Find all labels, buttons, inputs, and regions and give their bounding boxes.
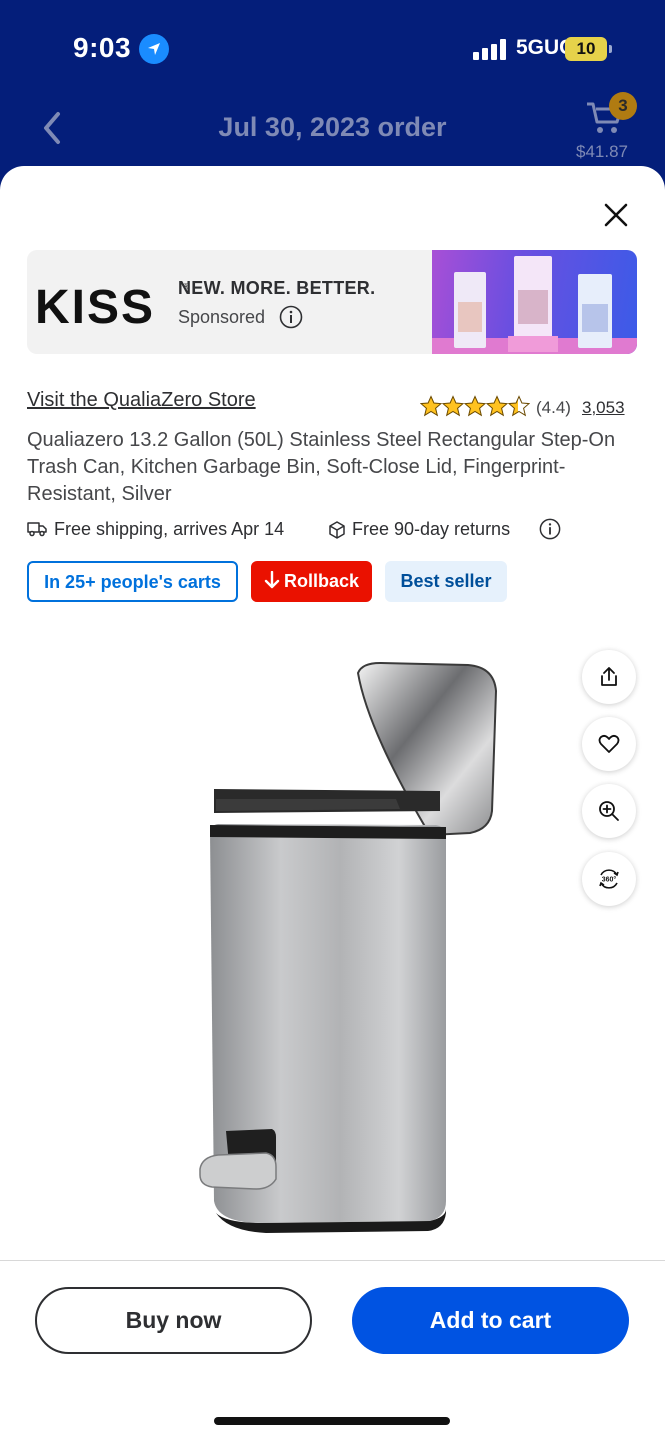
product-title: Qualiazero 13.2 Gallon (50L) Stainless S… (27, 429, 616, 505)
heart-icon (598, 734, 620, 753)
status-time: 9:03 (73, 32, 132, 63)
footer-divider (0, 1260, 665, 1261)
rating-stars (420, 395, 530, 419)
zoom-button[interactable] (582, 784, 636, 838)
product-image[interactable] (170, 661, 510, 1251)
ad-product-image (432, 250, 637, 354)
cellular-signal-icon (473, 38, 507, 60)
store-link[interactable]: Visit the QualiaZero Store (27, 389, 256, 412)
rollback-badge: Rollback (251, 561, 372, 602)
status-bar: 9:03 5GUC 10 (0, 0, 665, 100)
rollback-label: Rollback (283, 571, 360, 591)
product-sheet: KISS ® NEW. MORE. BETTER. Sponsored Visi… (0, 166, 665, 1440)
360-view-icon: 360° (599, 869, 619, 889)
location-arrow-icon (139, 34, 169, 64)
battery-tip (609, 45, 612, 53)
svg-text:360°: 360° (602, 876, 617, 884)
best-seller-badge: Best seller (385, 561, 507, 602)
page-title: Jul 30, 2023 order (218, 112, 447, 142)
buy-now-button[interactable]: Buy now (35, 1287, 312, 1354)
zoom-in-icon (599, 801, 619, 821)
shipping-text: Free shipping, arrives Apr 14 (54, 519, 285, 539)
ad-sponsored-label: Sponsored (178, 307, 266, 327)
close-icon (604, 203, 628, 227)
cart-total: $41.87 (576, 142, 628, 161)
add-to-cart-button[interactable]: Add to cart (352, 1287, 629, 1354)
battery-icon: 10 (565, 37, 607, 61)
return-box-icon (329, 521, 345, 539)
sponsored-ad-banner[interactable]: KISS ® NEW. MORE. BETTER. Sponsored (27, 250, 637, 354)
share-button[interactable] (582, 650, 636, 704)
battery-level: 10 (576, 39, 596, 58)
truck-icon (27, 522, 47, 537)
rating-value: (4.4) (536, 398, 571, 417)
info-icon[interactable] (279, 305, 303, 329)
returns-text: Free 90-day returns (352, 519, 511, 539)
360-view-button[interactable]: 360° (582, 852, 636, 906)
home-indicator[interactable] (214, 1417, 450, 1425)
favorite-button[interactable] (582, 717, 636, 771)
arrow-down-icon (264, 570, 280, 589)
reviews-count-link[interactable]: 3,053 (582, 398, 625, 418)
share-icon (601, 667, 617, 686)
ad-brand-logo: KISS (35, 281, 156, 334)
info-icon[interactable] (539, 518, 561, 540)
carts-badge: In 25+ people's carts (27, 561, 238, 602)
close-button[interactable] (600, 199, 632, 231)
ad-headline: NEW. MORE. BETTER. (178, 278, 376, 298)
cart-count-badge: 3 (609, 92, 637, 120)
